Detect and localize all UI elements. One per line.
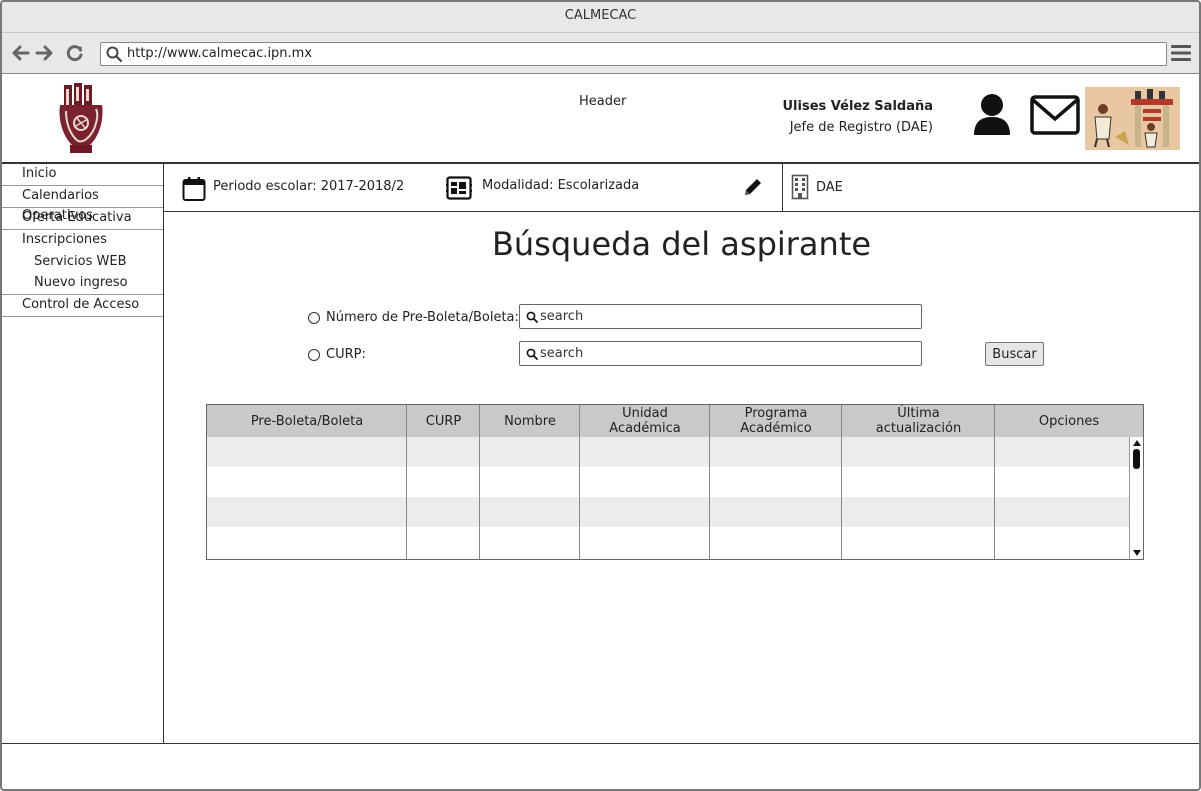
- column-header-boleta[interactable]: Pre-Boleta/Boleta: [207, 405, 407, 437]
- url-text: http://www.calmecac.ipn.mx: [127, 46, 313, 61]
- scroll-down-icon[interactable]: [1133, 550, 1141, 556]
- footer-divider: [2, 743, 1199, 744]
- column-header-curp[interactable]: CURP: [407, 405, 480, 437]
- buscar-button[interactable]: Buscar: [985, 342, 1044, 366]
- sidebar-item-inicio[interactable]: Inicio: [2, 164, 163, 186]
- header-label: Header: [579, 94, 627, 109]
- column-divider: [841, 405, 842, 559]
- info-divider: [782, 164, 783, 212]
- boleta-search-field[interactable]: [519, 304, 922, 329]
- sidebar-item-inscripciones[interactable]: Inscripciones: [2, 230, 163, 252]
- sidebar-item-calendarios-operativos[interactable]: Calendarios Operativos: [2, 186, 163, 223]
- sidebar-item-nuevo-ingreso[interactable]: Nuevo ingreso: [2, 273, 163, 295]
- column-divider: [994, 405, 995, 559]
- column-divider: [579, 405, 580, 559]
- column-header-opciones[interactable]: Opciones: [995, 405, 1143, 437]
- page-header: Header Ulises Vélez Saldaña Jefe de Regi…: [2, 75, 1199, 164]
- column-divider: [406, 405, 407, 559]
- hamburger-menu-icon[interactable]: [1171, 44, 1191, 66]
- column-header-unidad-academica[interactable]: Unidad Académica: [580, 405, 710, 437]
- scroll-thumb[interactable]: [1133, 449, 1140, 469]
- ipn-logo: [59, 83, 103, 153]
- sidebar: Inicio Calendarios Operativos Oferta Edu…: [2, 164, 164, 744]
- radio-curp[interactable]: [308, 349, 320, 361]
- search-icon: [526, 311, 538, 323]
- radio-boleta-label: Número de Pre-Boleta/Boleta:: [326, 310, 519, 325]
- table-header: Pre-Boleta/Boleta CURP Nombre Unidad Aca…: [207, 405, 1143, 437]
- user-role: Jefe de Registro (DAE): [789, 120, 933, 135]
- table-row[interactable]: [207, 497, 1129, 527]
- radio-curp-label: CURP:: [326, 347, 366, 362]
- curp-search-field[interactable]: [519, 341, 922, 366]
- unidad-text: DAE: [816, 180, 843, 195]
- browser-window: CALMECAC http://www.calmecac.ipn.mx Head…: [0, 0, 1201, 791]
- modalidad-text: Modalidad: Escolarizada: [482, 178, 640, 193]
- sidebar-item-servicios-web[interactable]: Servicios WEB: [2, 252, 163, 273]
- forward-arrow-icon[interactable]: [35, 43, 55, 63]
- back-arrow-icon[interactable]: [10, 43, 30, 63]
- mail-icon[interactable]: [1030, 95, 1080, 135]
- column-divider: [709, 405, 710, 559]
- curp-search-input[interactable]: [540, 344, 910, 363]
- sidebar-item-control-de-acceso[interactable]: Control de Acceso: [2, 295, 163, 317]
- dashboard-icon: [446, 176, 472, 200]
- column-divider: [479, 405, 480, 559]
- user-name: Ulises Vélez Saldaña: [782, 99, 933, 114]
- scroll-up-icon[interactable]: [1133, 440, 1141, 446]
- window-title: CALMECAC: [2, 2, 1199, 33]
- info-bar: Periodo escolar: 2017-2018/2 Modalidad: …: [164, 164, 1199, 212]
- boleta-search-input[interactable]: [540, 307, 910, 326]
- column-header-nombre[interactable]: Nombre: [480, 405, 580, 437]
- codex-illustration: [1085, 87, 1180, 150]
- reload-icon[interactable]: [65, 43, 85, 63]
- column-header-programa-academico[interactable]: Programa Académico: [710, 405, 842, 437]
- page-title: Búsqueda del aspirante: [491, 225, 872, 263]
- sidebar-item-oferta-educativa[interactable]: Oferta Educativa: [2, 208, 163, 230]
- address-bar[interactable]: http://www.calmecac.ipn.mx: [100, 42, 1167, 66]
- table-scrollbar[interactable]: [1129, 437, 1143, 559]
- table-row[interactable]: [207, 467, 1129, 497]
- radio-boleta[interactable]: [308, 312, 320, 324]
- calendar-icon: [182, 177, 206, 201]
- pencil-icon[interactable]: [742, 176, 764, 198]
- periodo-text: Periodo escolar: 2017-2018/2: [213, 179, 405, 194]
- browser-toolbar: http://www.calmecac.ipn.mx: [2, 33, 1199, 74]
- building-icon: [791, 174, 809, 200]
- column-header-ultima-actualizacion[interactable]: Última actualización: [842, 405, 995, 437]
- results-table: Pre-Boleta/Boleta CURP Nombre Unidad Aca…: [206, 404, 1144, 560]
- user-icon[interactable]: [972, 93, 1012, 137]
- table-row[interactable]: [207, 437, 1129, 467]
- search-icon: [106, 46, 122, 62]
- search-icon: [526, 348, 538, 360]
- table-row[interactable]: [207, 527, 1129, 557]
